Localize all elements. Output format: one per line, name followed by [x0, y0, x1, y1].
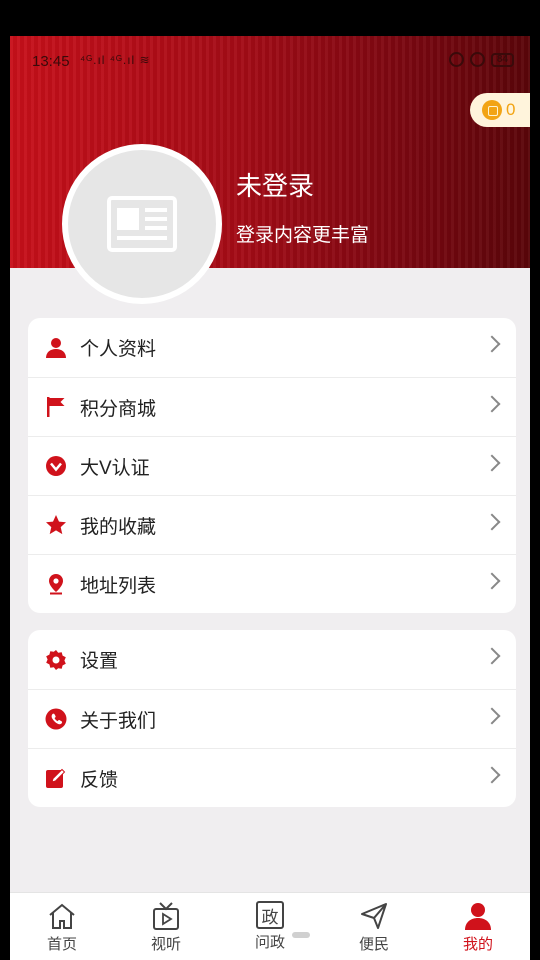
tab-inquiry[interactable]: 政 问政	[218, 893, 322, 960]
gear-icon	[44, 648, 68, 672]
tab-label: 问政	[254, 934, 285, 951]
menu-item-label: 个人资料	[80, 339, 157, 360]
tab-mine[interactable]: 我的	[426, 893, 530, 960]
nfc-icon	[448, 52, 464, 67]
menu-item-label: 积分商城	[80, 398, 157, 420]
person-icon	[44, 336, 68, 360]
status-time: 13:45	[32, 53, 70, 70]
avatar[interactable]	[62, 144, 222, 304]
tab-label: 视听	[150, 936, 181, 953]
tab-video[interactable]: 视听	[114, 893, 218, 960]
alarm-icon	[469, 52, 485, 67]
status-icons: 84	[448, 52, 514, 67]
location-pin-icon	[44, 572, 68, 596]
menu-item-label: 反馈	[80, 769, 119, 791]
coin-balance[interactable]: 0	[470, 93, 530, 127]
phone-screen: 13:45 ⁴ᴳ.ıl ⁴ᴳ.ıl ≋ 84 0 未登录 登录内容更丰富 个人资…	[10, 36, 530, 960]
tab-services[interactable]: 便民	[322, 893, 426, 960]
profile-icon	[463, 901, 493, 931]
home-icon	[47, 901, 77, 931]
battery-icon: 84	[490, 52, 514, 67]
menu-item-verification[interactable]: 大V认证	[28, 436, 516, 495]
phone-icon	[44, 707, 68, 731]
status-bar: 13:45 ⁴ᴳ.ıl ⁴ᴳ.ıl ≋ 84	[10, 36, 530, 86]
menu-item-label: 大V认证	[80, 457, 150, 479]
chevron-right-icon	[483, 647, 501, 665]
zheng-icon: 政	[256, 901, 284, 929]
chevron-right-icon	[483, 395, 501, 413]
coin-icon	[482, 100, 502, 120]
tab-label: 便民	[358, 936, 389, 953]
tab-home[interactable]: 首页	[10, 893, 114, 960]
verified-icon	[44, 454, 68, 478]
menu-item-label: 设置	[80, 651, 119, 672]
user-name[interactable]: 未登录	[236, 166, 314, 203]
menu-card-secondary: 设置 关于我们 反馈	[28, 630, 516, 807]
star-icon	[44, 513, 68, 537]
menu-item-settings[interactable]: 设置	[28, 630, 516, 689]
chevron-right-icon	[483, 513, 501, 531]
menu-item-points-mall[interactable]: 积分商城	[28, 377, 516, 436]
chevron-right-icon	[483, 335, 501, 353]
tab-label: 首页	[46, 936, 77, 953]
menu-item-about-us[interactable]: 关于我们	[28, 689, 516, 748]
coin-count: 0	[506, 100, 516, 119]
menu-item-label: 我的收藏	[80, 516, 157, 538]
menu-item-favorites[interactable]: 我的收藏	[28, 495, 516, 554]
signal-icon: ⁴ᴳ.ıl ⁴ᴳ.ıl ≋	[80, 53, 151, 67]
newspaper-placeholder-icon	[107, 196, 177, 252]
chevron-right-icon	[483, 572, 501, 590]
chevron-right-icon	[483, 766, 501, 784]
home-indicator	[292, 932, 310, 938]
flag-icon	[44, 395, 68, 419]
chevron-right-icon	[483, 454, 501, 472]
edit-icon	[44, 766, 68, 790]
bottom-tab-bar: 首页 视听 政 问政 便民 我的	[10, 892, 530, 960]
menu-item-address-list[interactable]: 地址列表	[28, 554, 516, 613]
menu-item-label: 地址列表	[80, 575, 157, 597]
menu-item-feedback[interactable]: 反馈	[28, 748, 516, 807]
send-icon	[359, 901, 389, 931]
menu-item-label: 关于我们	[80, 710, 157, 732]
tv-icon	[151, 901, 181, 931]
tab-label: 我的	[462, 936, 493, 953]
menu-item-profile[interactable]: 个人资料	[28, 318, 516, 377]
menu-card-primary: 个人资料 积分商城 大V认证 我的收藏 地址列表	[28, 318, 516, 613]
login-hint[interactable]: 登录内容更丰富	[236, 220, 369, 247]
chevron-right-icon	[483, 707, 501, 725]
